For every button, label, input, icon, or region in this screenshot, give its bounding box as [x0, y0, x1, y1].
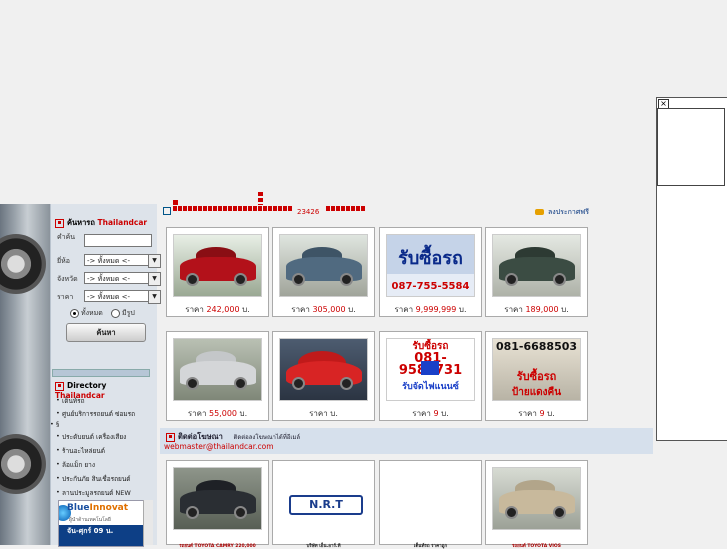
car-price: ราคา 9 บ. [518, 409, 555, 418]
featured-caption: เต็นท์รถ ราคาถูก [413, 544, 448, 549]
wheel-graphic [0, 234, 46, 294]
keyword-input[interactable] [84, 234, 152, 247]
directory-item[interactable]: ร้านอะไหล่ยนต์ [56, 446, 105, 456]
blueinnovation-banner[interactable]: BlueInnovat ผู้นำด้านเทคโนโลยี จัน-ศุกร์… [58, 500, 144, 547]
ad-phone: 081-6688503 [495, 340, 578, 353]
blank-ad-image [386, 467, 475, 530]
radio-all-label: ทั้งหมด [81, 309, 103, 317]
car-price: ราคา 189,000 บ. [504, 305, 569, 314]
car-card[interactable]: ราคา 242,000 บ. [166, 227, 269, 317]
chevron-down-icon[interactable]: ▼ [148, 272, 161, 286]
car-card[interactable]: ราคา 189,000 บ. [485, 227, 588, 317]
car-price: ราคา 242,000 บ. [185, 305, 250, 314]
price-select[interactable]: -> ทั้งหมด <- ▼ [84, 290, 161, 304]
brand-label: ยี่ห้อ [57, 257, 70, 265]
decorative-dot-row [326, 206, 366, 211]
featured-card[interactable]: N.R.T บริษัท เอ็น.อาร์.ที [272, 460, 375, 549]
brand-select[interactable]: -> ทั้งหมด <- ▼ [84, 254, 161, 268]
car-card[interactable]: ราคา 305,000 บ. [272, 227, 375, 317]
ad-subline: ป้ายแดงคืน [511, 387, 562, 398]
nrt-logo: N.R.T [289, 495, 363, 515]
car-price: ราคา บ. [309, 409, 338, 418]
car-photo [173, 234, 262, 297]
buy-car-ad-image: 081-6688503 รับซื้อรถ ป้ายแดงคืน [492, 338, 581, 401]
keyword-label: คำค้น [57, 233, 76, 241]
car-card[interactable]: ราคา 55,000 บ. [166, 331, 269, 421]
car-card[interactable]: ราคา บ. [272, 331, 375, 421]
visitor-counter: 23426 [297, 208, 320, 216]
banner-strip: จัน-ศุกร์ 09 น. [59, 525, 143, 546]
directory-item[interactable]: ล้อแม็ก ยาง [56, 460, 95, 470]
directory-item[interactable]: ลานประมูลรถยนต์ NEW [56, 488, 131, 498]
car-photo [492, 467, 581, 530]
buy-car-ad-card[interactable]: รับซื้อรถ 087-755-5584 ราคา 9,999,999 บ. [379, 227, 482, 317]
directory-item[interactable]: ประดับยนต์ เครื่องเสียง [56, 432, 126, 442]
post-icon [535, 209, 544, 215]
buy-car-ad-card[interactable]: 081-6688503 รับซื้อรถ ป้ายแดงคืน ราคา 9 … [485, 331, 588, 421]
directory-item-continuation: § [50, 420, 60, 428]
banner-scrollbar[interactable] [143, 500, 153, 545]
chevron-down-icon[interactable]: ▼ [148, 290, 161, 304]
featured-caption: บริษัท เอ็น.อาร์.ที [306, 544, 341, 549]
directory-section-icon [55, 381, 64, 391]
directory-item[interactable]: เต็นท์รถ [56, 396, 85, 406]
radio-all[interactable] [70, 309, 79, 318]
decorative-dot [258, 192, 263, 205]
buy-car-ad-image: รับซื้อรถ 081-9582731 รับจัดไฟแนนซ์ [386, 338, 475, 401]
contact-email-link[interactable]: webmaster@thailandcar.com [164, 442, 274, 451]
post-ad-link[interactable]: ลงประกาศฟรี [535, 207, 589, 218]
car-photo [279, 338, 368, 401]
car-price: ราคา 9 บ. [412, 409, 449, 418]
decorative-dot [173, 200, 178, 205]
car-photo [173, 338, 262, 401]
radio-with-photo-label: มีรูป [122, 309, 135, 317]
directory-item[interactable]: ศูนย์บริการรถยนต์ ซ่อมรถ [56, 409, 135, 419]
price-label: ราคา [57, 293, 74, 301]
banner-logo: BlueInnovat [67, 503, 129, 513]
buy-car-ad-card[interactable]: รับซื้อรถ 081-9582731 รับจัดไฟแนนซ์ ราคา… [379, 331, 482, 421]
car-price: ราคา 305,000 บ. [291, 305, 356, 314]
featured-caption: รถยนต์ TOYOTA CAMRY 220,000 [179, 544, 256, 549]
car-price: ราคา 9,999,999 บ. [394, 305, 467, 314]
radio-with-photo[interactable] [111, 309, 120, 318]
car-photo [279, 234, 368, 297]
ad-headline: รับซื้อรถ [516, 370, 557, 383]
car-photo [173, 467, 262, 530]
featured-caption: รถยนต์ TOYOTA VIOS [512, 544, 561, 549]
search-button[interactable]: ค้นหา [66, 323, 146, 342]
car-side-image [0, 204, 50, 545]
ad-headline: รับซื้อรถ [398, 248, 463, 269]
car-price: ราคา 55,000 บ. [187, 409, 248, 418]
car-icon [421, 361, 439, 375]
search-section-icon [55, 218, 64, 228]
floating-panel-content [657, 108, 725, 186]
contact-icon [166, 432, 175, 442]
buy-car-ad-image: รับซื้อรถ 087-755-5584 [386, 234, 475, 297]
banner-subtitle: ผู้นำด้านเทคโนโลยี [69, 517, 111, 523]
ad-subline: รับจัดไฟแนนซ์ [402, 382, 459, 392]
ad-phone: 087-755-5584 [391, 281, 470, 292]
featured-card[interactable]: เต็นท์รถ ราคาถูก [379, 460, 482, 549]
featured-card[interactable]: รถยนต์ TOYOTA VIOS [485, 460, 588, 549]
section-divider [52, 369, 150, 377]
nrt-logo-image: N.R.T [279, 467, 368, 530]
wheel-graphic [0, 434, 46, 494]
province-label: จังหวัด [57, 275, 78, 283]
decorative-dot-row [173, 206, 293, 211]
counter-icon [163, 207, 171, 215]
search-section-title: ค้นหารถ Thailandcar [55, 217, 147, 229]
featured-card[interactable]: รถยนต์ TOYOTA CAMRY 220,000 [166, 460, 269, 549]
province-select[interactable]: -> ทั้งหมด <- ▼ [84, 272, 161, 286]
car-photo [492, 234, 581, 297]
directory-item[interactable]: ประกันภัย สินเชื่อรถยนต์ [56, 474, 130, 484]
chevron-down-icon[interactable]: ▼ [148, 254, 161, 268]
